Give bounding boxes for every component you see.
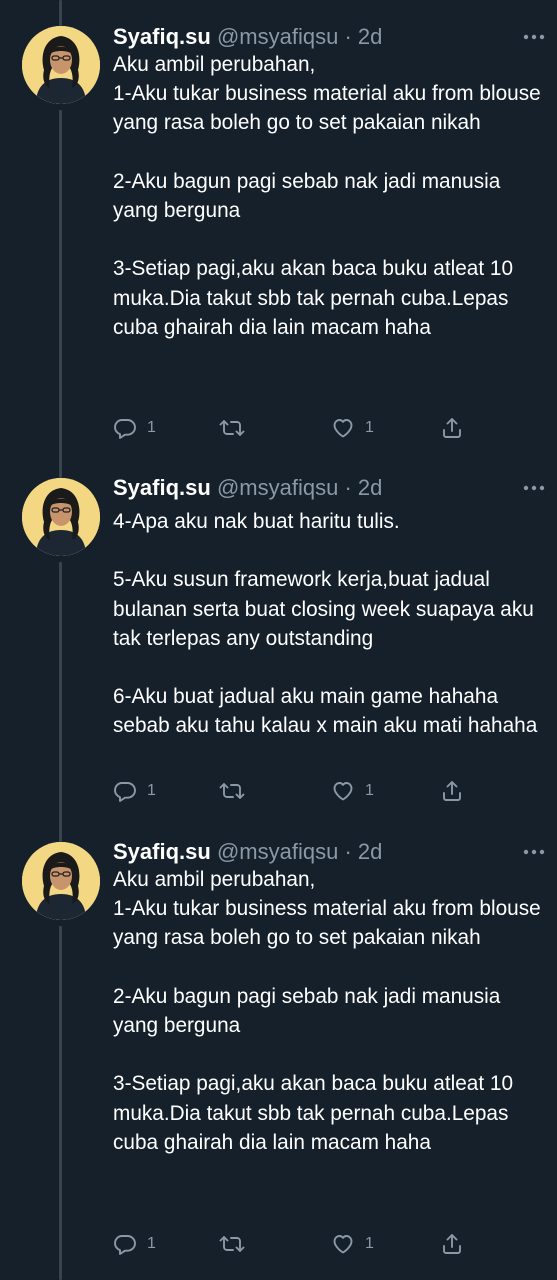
- like-icon: [333, 782, 353, 801]
- more-icon: [523, 849, 545, 855]
- share-icon: [443, 781, 461, 801]
- tweet-header: Syafiq.su @msyafiqsu · 2d: [113, 473, 539, 503]
- reply-icon: [114, 782, 136, 802]
- retweet-icon: [219, 783, 245, 799]
- username[interactable]: @msyafiqsu: [217, 24, 338, 49]
- display-name[interactable]: Syafiq.su: [113, 839, 211, 864]
- tweet-header: Syafiq.su @msyafiqsu · 2d: [113, 22, 539, 52]
- retweet-button[interactable]: [219, 413, 245, 443]
- more-options-button[interactable]: [519, 473, 549, 503]
- reply-count: 1: [147, 1235, 156, 1252]
- tweet-text: Aku ambil perubahan, 1-Aku tukar busines…: [113, 53, 541, 339]
- avatar-image: [22, 478, 100, 556]
- tweet[interactable]: Syafiq.su @msyafiqsu · 2d Aku ambil peru…: [0, 837, 557, 1280]
- tweet[interactable]: Syafiq.su @msyafiqsu · 2d 4-Apa aku nak …: [0, 473, 557, 818]
- username[interactable]: @msyafiqsu: [217, 839, 338, 864]
- tweet-text: Aku ambil perubahan, 1-Aku tukar busines…: [113, 868, 541, 1154]
- timestamp[interactable]: 2d: [358, 24, 382, 49]
- timestamp[interactable]: 2d: [358, 475, 382, 500]
- more-icon: [523, 485, 545, 491]
- share-button[interactable]: [440, 776, 464, 806]
- reply-button[interactable]: 1: [113, 776, 156, 806]
- like-count: 1: [365, 419, 374, 436]
- more-options-button[interactable]: [519, 22, 549, 52]
- share-button[interactable]: [440, 1229, 464, 1259]
- reply-icon: [114, 1235, 136, 1255]
- tweet-actions: 1 1: [113, 1229, 473, 1259]
- username[interactable]: @msyafiqsu: [217, 475, 338, 500]
- like-button[interactable]: 1: [331, 1229, 374, 1259]
- retweet-button[interactable]: [219, 1229, 245, 1259]
- retweet-icon: [219, 420, 245, 436]
- retweet-button[interactable]: [219, 776, 245, 806]
- separator-dot: ·: [344, 475, 352, 500]
- like-button[interactable]: 1: [331, 776, 374, 806]
- avatar[interactable]: [22, 26, 100, 104]
- avatar[interactable]: [22, 842, 100, 920]
- share-icon: [443, 1234, 461, 1254]
- like-count: 1: [365, 1235, 374, 1252]
- avatar-image: [22, 842, 100, 920]
- display-name[interactable]: Syafiq.su: [113, 475, 211, 500]
- avatar[interactable]: [22, 478, 100, 556]
- tweet[interactable]: Syafiq.su @msyafiqsu · 2d Aku ambil peru…: [0, 22, 557, 462]
- retweet-icon: [219, 1236, 245, 1252]
- reply-count: 1: [147, 419, 156, 436]
- timestamp[interactable]: 2d: [358, 839, 382, 864]
- like-icon: [333, 419, 353, 438]
- like-icon: [333, 1235, 353, 1254]
- tweet-text: 4-Apa aku nak buat haritu tulis. 5-Aku s…: [113, 510, 538, 738]
- share-button[interactable]: [440, 413, 464, 443]
- more-options-button[interactable]: [519, 837, 549, 867]
- reply-button[interactable]: 1: [113, 1229, 156, 1259]
- reply-button[interactable]: 1: [113, 413, 156, 443]
- share-icon: [443, 418, 461, 438]
- tweet-header: Syafiq.su @msyafiqsu · 2d: [113, 837, 539, 867]
- display-name[interactable]: Syafiq.su: [113, 24, 211, 49]
- tweet-actions: 1 1: [113, 776, 473, 806]
- separator-dot: ·: [344, 839, 352, 864]
- like-button[interactable]: 1: [331, 413, 374, 443]
- avatar-image: [22, 26, 100, 104]
- reply-count: 1: [147, 782, 156, 799]
- more-icon: [523, 34, 545, 40]
- separator-dot: ·: [344, 24, 352, 49]
- reply-icon: [114, 419, 136, 439]
- like-count: 1: [365, 782, 374, 799]
- tweet-actions: 1 1: [113, 413, 473, 443]
